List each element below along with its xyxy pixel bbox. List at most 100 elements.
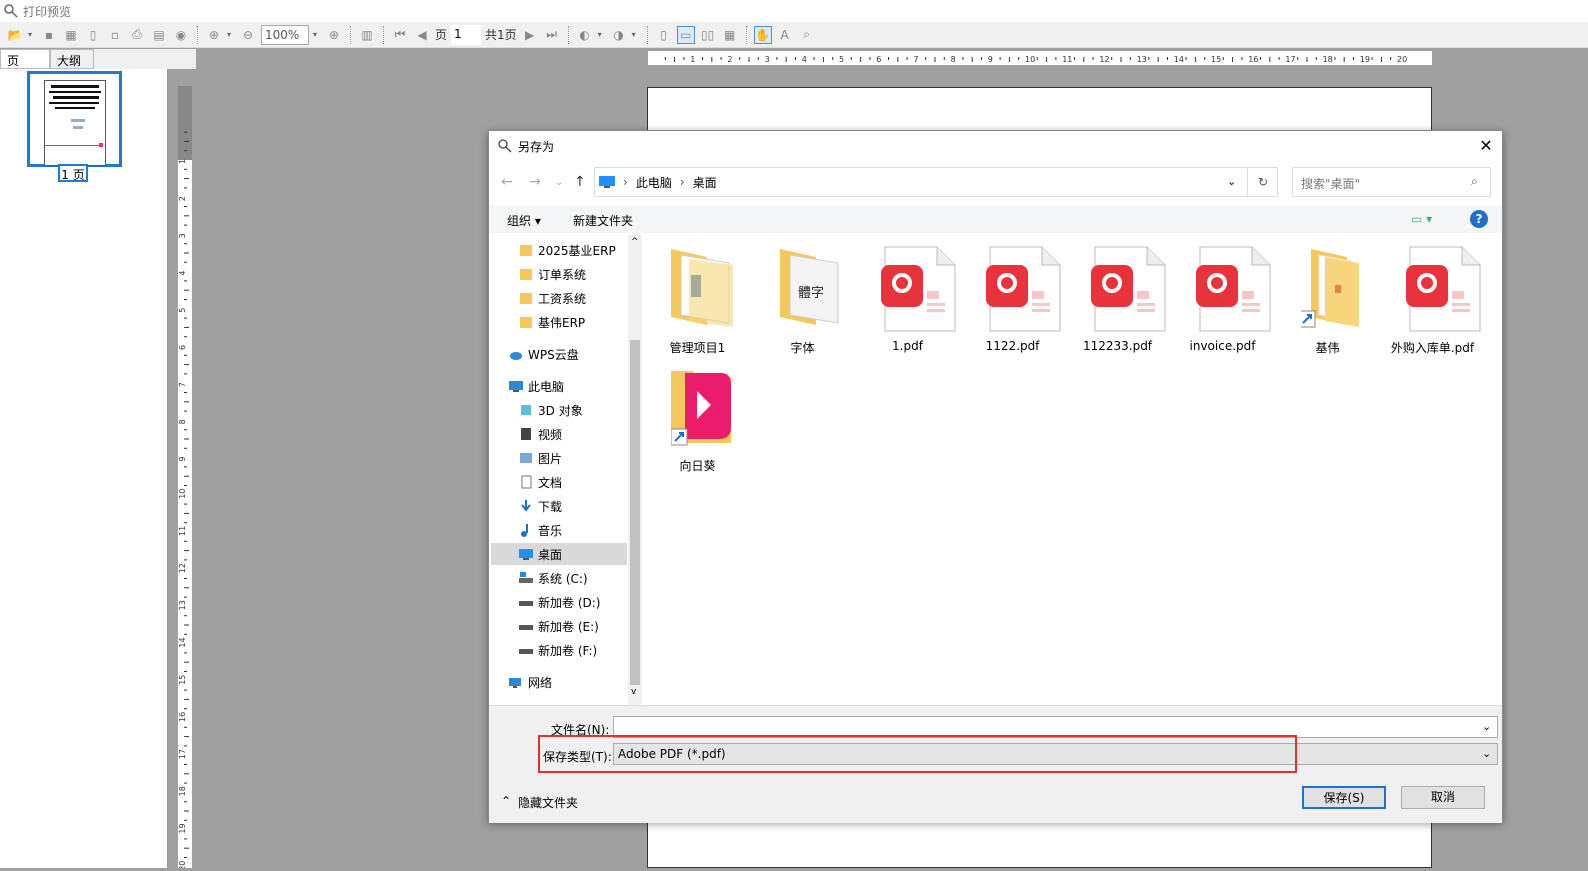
tree-item[interactable]: 基伟ERP — [491, 311, 627, 333]
tab-outline[interactable]: 大纲 — [50, 49, 94, 69]
export-icon[interactable]: ▤ — [150, 26, 168, 44]
app-title: 打印预览 — [23, 4, 72, 19]
tree-item[interactable]: 系统 (C:) — [491, 567, 627, 589]
page-width-icon[interactable]: ▭ — [676, 25, 695, 44]
up-arrow-icon[interactable]: ↑ — [574, 174, 586, 190]
search-icon[interactable]: ⌕ — [1471, 174, 1478, 189]
file-item[interactable]: 向日葵 — [645, 357, 750, 473]
doc-icon[interactable]: ▫ — [106, 26, 124, 44]
save-icon[interactable]: ▪ — [40, 26, 58, 44]
ruler-tick-label: 7 — [913, 55, 918, 64]
tree-item[interactable]: 网络 — [491, 671, 627, 693]
chevron-down-icon[interactable]: ▾ — [632, 30, 640, 39]
file-item[interactable]: 1122.pdf — [960, 239, 1065, 353]
tree-item[interactable]: 2025基业ERP — [491, 239, 627, 261]
page-input[interactable]: 1 — [451, 24, 482, 45]
zoom-input[interactable]: 100% — [261, 24, 309, 45]
hide-folders-button[interactable]: 隐藏文件夹 — [518, 794, 578, 811]
tree-item[interactable]: 下载 — [491, 495, 627, 517]
save-button[interactable]: 保存(S) — [1302, 786, 1386, 809]
file-item[interactable]: 管理项目1 — [645, 239, 750, 355]
hand-tool-icon[interactable]: ✋ — [753, 25, 772, 44]
file-icon — [881, 245, 957, 335]
multi-pages-icon[interactable]: ▦ — [721, 26, 739, 44]
vertical-ruler-scale: 1234567891011121314151617181920 — [178, 86, 192, 871]
chevron-down-icon[interactable]: ⌄ — [1227, 175, 1236, 188]
ruler-tick-label: 18 — [178, 786, 187, 796]
zoom-plus-icon[interactable]: ⊕ — [325, 26, 343, 44]
back-arrow-icon[interactable]: ← — [501, 174, 513, 190]
new-folder-button[interactable]: 新建文件夹 — [573, 212, 633, 229]
print-icon[interactable]: ⎙ — [128, 26, 146, 44]
organize-button[interactable]: 组织 ▾ — [507, 212, 541, 229]
first-page-icon[interactable]: ⏮ — [391, 26, 409, 44]
file-item[interactable]: 1.pdf — [855, 239, 960, 353]
scroll-down-icon[interactable]: v — [631, 687, 636, 697]
tree-item[interactable]: 新加卷 (F:) — [491, 639, 627, 661]
address-bar[interactable]: › 此电脑 › 桌面 ⌄ ↻ — [594, 167, 1278, 198]
breadcrumb-desktop[interactable]: 桌面 — [693, 174, 717, 191]
next-page-icon[interactable]: ▶ — [521, 26, 539, 44]
forward-icon[interactable]: ◑ — [610, 26, 628, 44]
tree-item[interactable]: WPS云盘 — [491, 343, 627, 365]
tree-item[interactable]: 工资系统 — [491, 287, 627, 309]
separator — [745, 25, 747, 44]
open-icon[interactable]: 📂 — [6, 26, 24, 44]
scroll-up-icon[interactable]: ^ — [631, 237, 639, 247]
tree-item-label: 新加卷 (E:) — [538, 619, 599, 634]
picture-icon — [520, 453, 532, 463]
save-all-icon[interactable]: ▦ — [62, 26, 80, 44]
tree-item[interactable]: 此电脑 — [491, 375, 627, 397]
tree-item[interactable]: 音乐 — [491, 519, 627, 541]
file-item[interactable]: invoice.pdf — [1170, 239, 1275, 353]
breadcrumb-this-pc[interactable]: 此电脑 — [636, 174, 672, 191]
view-options-icon[interactable]: ▭ ▾ — [1411, 212, 1432, 226]
text-select-icon[interactable]: A — [776, 26, 794, 44]
tree-item[interactable]: 订单系统 — [491, 263, 627, 285]
tree-item[interactable]: 图片 — [491, 447, 627, 469]
find-icon[interactable]: ⌕ — [798, 26, 816, 44]
file-item[interactable]: 基伟 — [1275, 239, 1380, 355]
zoom-out-icon[interactable]: ⊖ — [239, 26, 257, 44]
chevron-down-icon[interactable]: ▾ — [598, 30, 606, 39]
tree-item[interactable]: 桌面 — [491, 543, 627, 565]
last-page-icon[interactable]: ⏭ — [543, 26, 561, 44]
page-thumbnail[interactable] — [27, 71, 122, 167]
chevron-down-icon[interactable]: ▾ — [313, 30, 321, 39]
close-icon[interactable]: ✕ — [1476, 136, 1496, 156]
zoom-in-icon[interactable]: ⊕ — [205, 26, 223, 44]
chevron-down-icon[interactable]: ⌄ — [1482, 720, 1491, 733]
chevron-down-icon[interactable]: ▾ — [227, 30, 235, 39]
tree-scrollbar[interactable]: ^ v — [628, 235, 642, 705]
scrollbar-thumb[interactable] — [630, 340, 640, 685]
thumbnails-icon[interactable]: ▥ — [358, 26, 376, 44]
document-icon — [521, 475, 532, 489]
back-icon[interactable]: ◐ — [576, 26, 594, 44]
file-item[interactable]: 體字 字体 — [750, 239, 855, 355]
single-page-icon[interactable]: ▯ — [655, 26, 673, 44]
file-item[interactable]: 外购入库单.pdf — [1380, 239, 1485, 355]
two-pages-icon[interactable]: ▯▯ — [699, 26, 717, 44]
cancel-button[interactable]: 取消 — [1401, 786, 1485, 809]
chevron-down-icon[interactable]: ▾ — [28, 30, 36, 39]
chevron-down-icon[interactable]: ⌄ — [1482, 747, 1491, 760]
recent-locations-icon[interactable]: ⌄ — [555, 177, 563, 188]
chevron-up-icon[interactable]: ⌃ — [501, 794, 511, 808]
prev-page-icon[interactable]: ◀ — [413, 26, 431, 44]
page-icon[interactable]: ▯ — [84, 26, 102, 44]
tree-item[interactable]: 新加卷 (D:) — [491, 591, 627, 613]
tab-pages[interactable]: 页 — [0, 49, 50, 69]
tree-item[interactable]: 视频 — [491, 423, 627, 445]
tree-item[interactable]: 新加卷 (E:) — [491, 615, 627, 637]
ruler-tick-label: 15 — [178, 675, 187, 685]
stop-icon[interactable]: ◉ — [172, 26, 190, 44]
tree-item[interactable]: 文档 — [491, 471, 627, 493]
music-icon — [521, 524, 528, 537]
refresh-icon[interactable]: ↻ — [1247, 168, 1278, 198]
forward-arrow-icon[interactable]: → — [529, 174, 541, 190]
file-item[interactable]: 112233.pdf — [1065, 239, 1170, 353]
ruler-tick-label: 14 — [178, 637, 187, 647]
tree-item[interactable]: 3D 对象 — [491, 399, 627, 421]
search-input[interactable]: 搜索"桌面" — [1292, 167, 1491, 197]
help-icon[interactable]: ? — [1470, 210, 1488, 228]
